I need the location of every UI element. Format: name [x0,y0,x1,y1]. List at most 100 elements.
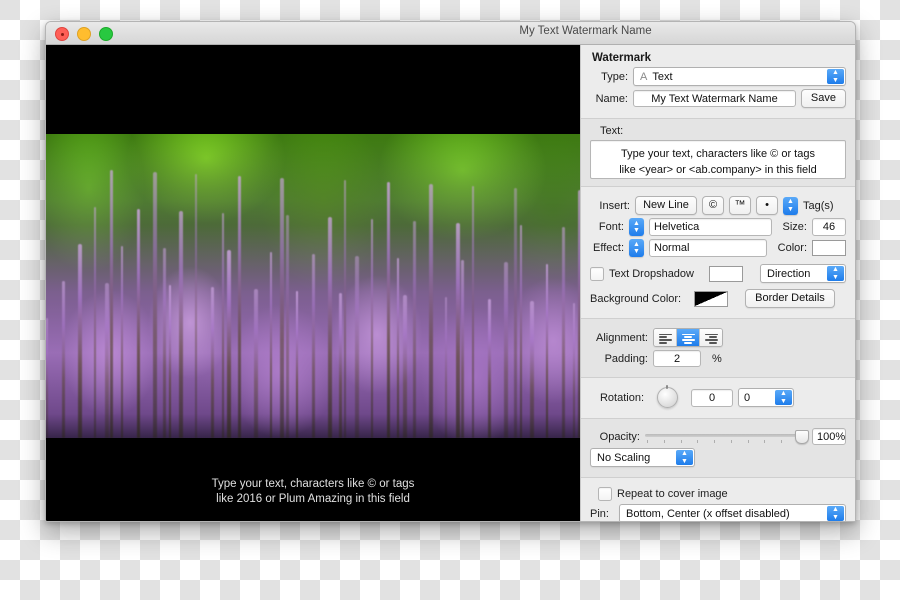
insert-label: Insert: [599,199,630,212]
dropshadow-row: Text Dropshadow Direction ▲ ▼ [590,264,846,283]
direction-value: Direction [767,268,811,280]
save-button[interactable]: Save [800,89,846,108]
placement-group: Repeat to cover image Pin: Bottom, Cente… [581,478,855,521]
type-select[interactable]: A Text ▲ ▼ [633,67,846,86]
tags-stepper[interactable]: ▲ ▼ [783,196,798,215]
align-center-icon [681,333,695,344]
watermark-text-input[interactable]: Type your text, characters like © or tag… [590,140,846,179]
chevron-updown-icon: ▲ ▼ [775,390,792,405]
background-color-swatch[interactable] [694,290,729,307]
padding-input[interactable]: 2 [653,350,701,367]
opacity-row: Opacity: 100% [590,428,846,445]
alignment-label: Alignment: [596,331,648,344]
scaling-select[interactable]: No Scaling ▲ ▼ [590,448,695,467]
section-title: Watermark [592,52,652,64]
opacity-slider-thumb[interactable] [795,429,809,444]
app-window: My Text Watermark Name Type your text, c… [45,21,856,522]
opacity-slider-ticks [647,439,799,444]
name-input[interactable]: My Text Watermark Name [633,90,796,107]
window-title: My Text Watermark Name [519,25,652,37]
effect-input[interactable]: Normal [649,239,767,257]
effect-stepper[interactable]: ▲ ▼ [629,239,644,257]
font-input[interactable]: Helvetica [649,218,772,236]
border-details-button[interactable]: Border Details [745,289,835,308]
text-group: Text: Type your text, characters like © … [581,119,855,187]
watermark-overlay-text: Type your text, characters like © or tag… [46,477,580,507]
pin-label: Pin: [590,507,609,520]
dropshadow-color-swatch[interactable] [709,265,743,282]
text-value-line-2: like <year> or <ab.company> in this fiel… [619,164,817,176]
direction-select[interactable]: Direction ▲ ▼ [760,264,846,283]
text-label: Text: [600,125,624,137]
preview-photo [46,134,580,438]
alignment-segmented-control[interactable] [653,328,723,347]
insert-row: Insert: New Line © ™ • ▲ ▼ Tag(s) [590,196,846,215]
text-dropshadow-checkbox[interactable] [590,266,604,281]
rotation-group: Rotation: 0 0 ▲ ▼ [581,378,855,419]
insert-trademark-button[interactable]: ™ [729,196,751,215]
text-color-swatch[interactable] [812,240,846,256]
chevron-updown-icon: ▲ ▼ [827,69,844,84]
align-right-icon [704,333,718,344]
rotation-knob[interactable] [657,385,678,408]
pin-value: Bottom, Center (x offset disabled) [626,508,790,520]
background-color-label: Background Color: [590,292,682,305]
rotation-value-input[interactable]: 0 [691,388,733,407]
align-right-button[interactable] [700,329,722,346]
color-label: Color: [777,242,807,254]
watermark-group: Watermark Type: A Text ▲ ▼ Name: My Text W… [581,45,855,119]
font-row: Font: ▲ ▼ Helvetica Size: 46 [590,218,846,236]
font-stepper[interactable]: ▲ ▼ [629,218,644,236]
opacity-slider[interactable] [645,429,809,445]
repeat-row: Repeat to cover image [590,487,846,501]
align-left-button[interactable] [654,329,677,346]
alignment-group: Alignment: Padding: 2 % [581,319,855,378]
pin-select[interactable]: Bottom, Center (x offset disabled) ▲ ▼ [619,504,846,521]
opacity-slider-track [645,433,801,437]
scaling-row: No Scaling ▲ ▼ [590,448,846,467]
rotation-label: Rotation: [599,391,644,404]
padding-label: Padding: [604,352,648,365]
scaling-value: No Scaling [597,452,651,464]
type-value: Text [652,71,673,83]
align-left-icon [658,333,672,344]
padding-row: Padding: 2 % [590,350,846,367]
text-type-icon: A [640,71,648,83]
text-dropshadow-label: Text Dropshadow [609,267,694,280]
repeat-to-cover-label: Repeat to cover image [617,488,728,500]
padding-unit: % [712,352,722,365]
background-color-row: Background Color: Border Details [590,289,846,308]
insert-new-line-button[interactable]: New Line [635,196,697,215]
text-value-line-1: Type your text, characters like © or tag… [621,148,815,160]
insert-font-group: Insert: New Line © ™ • ▲ ▼ Tag(s) Font: ▲… [581,187,855,319]
watermark-inspector-panel: Watermark Type: A Text ▲ ▼ Name: My Text W… [580,45,855,521]
name-row: Name: My Text Watermark Name Save [590,89,846,108]
name-label: Name: [595,92,628,105]
rotation-step-select[interactable]: 0 ▲ ▼ [738,388,794,407]
opacity-value[interactable]: 100% [812,428,846,445]
photo-stems [46,134,580,438]
font-label: Font: [598,221,624,233]
type-label: Type: [601,70,628,83]
window-titlebar: My Text Watermark Name [46,22,855,45]
rotation-step-value: 0 [744,392,751,404]
opacity-group: Opacity: 100% No Scaling ▲ ▼ [581,419,855,478]
effect-row: Effect: ▲ ▼ Normal Color: [590,239,846,257]
window-body: Type your text, characters like © or tag… [46,45,855,521]
repeat-to-cover-checkbox[interactable] [598,487,612,501]
size-input[interactable]: 46 [812,218,846,236]
size-label: Size: [782,221,807,233]
align-center-button[interactable] [677,329,700,346]
type-row: Type: A Text ▲ ▼ [590,67,846,86]
tags-label: Tag(s) [803,199,834,212]
insert-copyright-button[interactable]: © [702,196,724,215]
insert-bullet-button[interactable]: • [756,196,778,215]
rotation-row: Rotation: 0 0 ▲ ▼ [590,385,846,408]
watermark-line-2: like 2016 or Plum Amazing in this field [216,493,410,505]
chevron-updown-icon: ▲ ▼ [827,266,844,281]
chevron-updown-icon: ▲ ▼ [827,506,844,521]
chevron-updown-icon: ▲ ▼ [676,450,693,465]
opacity-label: Opacity: [599,430,640,443]
pin-row: Pin: Bottom, Center (x offset disabled) … [590,504,846,521]
image-preview-pane[interactable]: Type your text, characters like © or tag… [46,45,580,521]
